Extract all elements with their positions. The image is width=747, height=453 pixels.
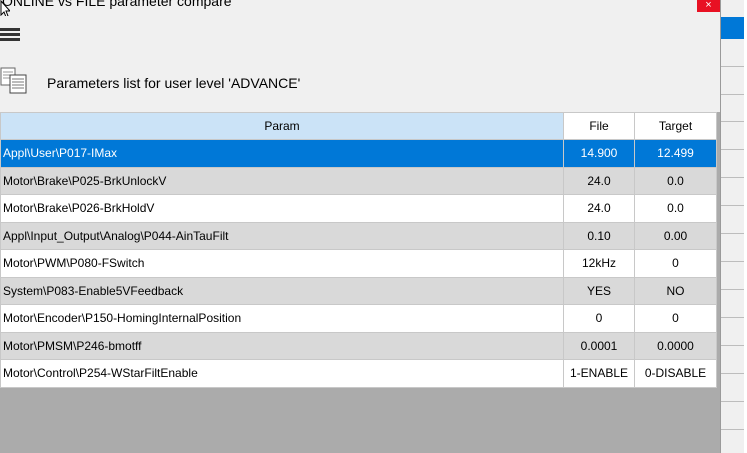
- table-row[interactable]: Motor\Control\P254-WStarFiltEnable 1-ENA…: [0, 359, 717, 388]
- file-cell[interactable]: 1-ENABLE: [563, 359, 635, 388]
- target-cell[interactable]: 0.0: [634, 194, 717, 223]
- param-cell[interactable]: System\P083-Enable5VFeedback: [0, 276, 564, 305]
- file-cell[interactable]: YES: [563, 276, 635, 305]
- page-title: Parameters list for user level 'ADVANCE': [47, 75, 301, 91]
- file-cell[interactable]: 14.900: [563, 139, 635, 168]
- param-cell[interactable]: Motor\Control\P254-WStarFiltEnable: [0, 359, 564, 388]
- table-header-row: Param File Target: [0, 112, 717, 140]
- parameter-grid: Param File Target Appl\User\P017-IMax 14…: [0, 112, 720, 453]
- target-cell[interactable]: 0.0000: [634, 331, 717, 360]
- param-cell[interactable]: Appl\Input_Output\Analog\P044-AinTauFilt: [0, 221, 564, 250]
- param-cell[interactable]: Motor\Encoder\P150-HomingInternalPositio…: [0, 304, 564, 333]
- parameter-table: Param File Target Appl\User\P017-IMax 14…: [0, 112, 717, 388]
- target-cell[interactable]: 0: [634, 249, 717, 278]
- table-row[interactable]: Motor\Encoder\P150-HomingInternalPositio…: [0, 304, 717, 333]
- param-cell[interactable]: Motor\Brake\P025-BrkUnlockV: [0, 166, 564, 195]
- param-cell[interactable]: Appl\User\P017-IMax: [0, 139, 564, 168]
- table-row[interactable]: Motor\Brake\P026-BrkHoldV 24.0 0.0: [0, 194, 717, 223]
- file-cell[interactable]: 0: [563, 304, 635, 333]
- param-cell[interactable]: Motor\PMSM\P246-bmotff: [0, 331, 564, 360]
- header-panel: Parameters list for user level 'ADVANCE': [0, 56, 720, 112]
- param-cell[interactable]: Motor\PWM\P080-FSwitch: [0, 249, 564, 278]
- table-row[interactable]: Motor\Brake\P025-BrkUnlockV 24.0 0.0: [0, 166, 717, 195]
- target-cell[interactable]: NO: [634, 276, 717, 305]
- file-cell[interactable]: 24.0: [563, 194, 635, 223]
- file-cell[interactable]: 0.10: [563, 221, 635, 250]
- target-cell[interactable]: 0-DISABLE: [634, 359, 717, 388]
- table-row[interactable]: Appl\User\P017-IMax 14.900 12.499: [0, 139, 717, 168]
- column-header-target[interactable]: Target: [634, 112, 717, 140]
- title-bar: ONLINE vs FILE parameter compare ×: [0, 0, 720, 16]
- hamburger-menu-icon[interactable]: [0, 28, 20, 42]
- file-cell[interactable]: 0.0001: [563, 331, 635, 360]
- close-button[interactable]: ×: [697, 0, 720, 12]
- target-cell[interactable]: 0.00: [634, 221, 717, 250]
- table-row[interactable]: System\P083-Enable5VFeedback YES NO: [0, 276, 717, 305]
- menu-bar: [0, 16, 720, 56]
- param-cell[interactable]: Motor\Brake\P026-BrkHoldV: [0, 194, 564, 223]
- table-row[interactable]: Motor\PMSM\P246-bmotff 0.0001 0.0000: [0, 331, 717, 360]
- table-row[interactable]: Appl\Input_Output\Analog\P044-AinTauFilt…: [0, 221, 717, 250]
- target-cell[interactable]: 0.0: [634, 166, 717, 195]
- target-cell[interactable]: 0: [634, 304, 717, 333]
- file-cell[interactable]: 24.0: [563, 166, 635, 195]
- window-title: ONLINE vs FILE parameter compare: [2, 0, 232, 9]
- column-header-param[interactable]: Param: [0, 112, 564, 140]
- table-row[interactable]: Motor\PWM\P080-FSwitch 12kHz 0: [0, 249, 717, 278]
- column-header-file[interactable]: File: [563, 112, 635, 140]
- documents-icon: [0, 67, 27, 94]
- file-cell[interactable]: 12kHz: [563, 249, 635, 278]
- target-cell[interactable]: 12.499: [634, 139, 717, 168]
- background-window-edge: [720, 0, 747, 453]
